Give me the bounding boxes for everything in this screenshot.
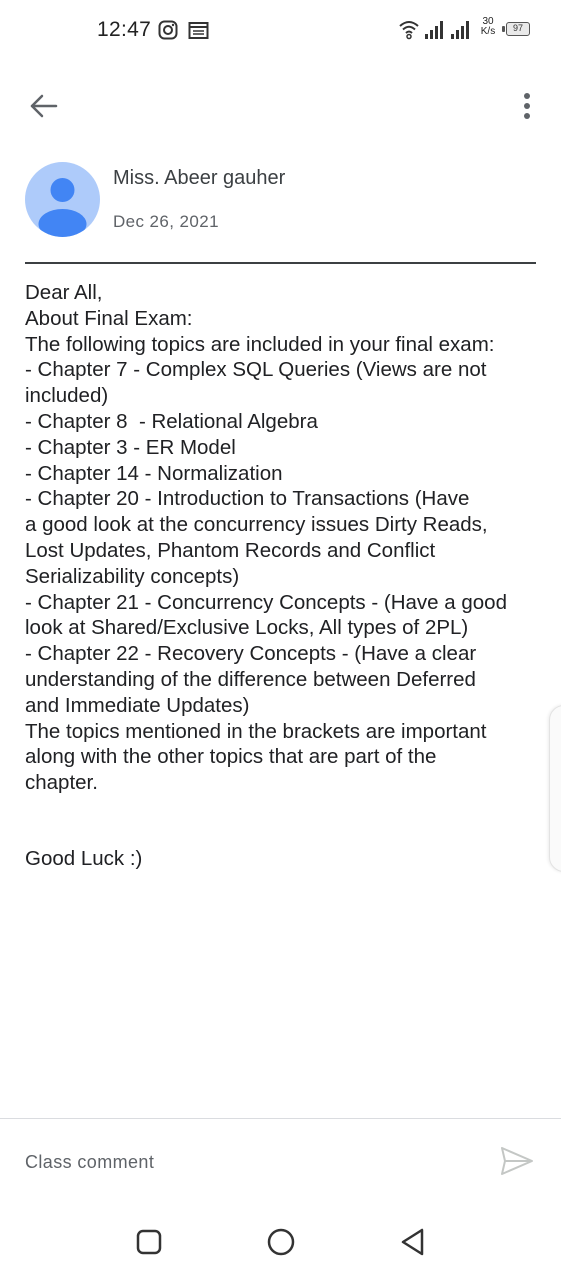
post-date: Dec 26, 2021 (113, 212, 219, 231)
body-line: About Final Exam: (25, 306, 193, 330)
signal-icon (451, 21, 469, 39)
comment-divider (0, 1118, 561, 1119)
home-button[interactable] (263, 1224, 299, 1260)
body-line: look at Shared/Exclusive Locks, All type… (25, 616, 469, 640)
body-line: - Chapter 21 - Concurrency Concepts - (H… (25, 590, 507, 614)
body-line: - Chapter 7 - Complex SQL Queries (Views… (25, 358, 487, 382)
announcement-body: Dear All, About Final Exam: The followin… (25, 280, 550, 796)
signal-icon (425, 21, 443, 39)
edge-panel-handle[interactable] (549, 705, 561, 872)
body-line: Dear All, (25, 281, 103, 304)
status-bar: 12:47 30 K/s 97 (0, 0, 561, 64)
body-line: along with the other topics that are par… (25, 745, 437, 769)
home-circle-icon (267, 1228, 295, 1256)
body-line: - Chapter 22 - Recovery Concepts - (Have… (25, 642, 477, 666)
send-button[interactable] (499, 1145, 535, 1177)
battery-icon: 97 (506, 22, 530, 36)
body-line: Lost Updates, Phantom Records and Confli… (25, 538, 436, 562)
send-icon (501, 1147, 533, 1175)
signoff-text: Good Luck :) (25, 847, 143, 870)
nav-back-button[interactable] (396, 1224, 432, 1260)
author-name: Miss. Abeer gauher (113, 167, 286, 189)
body-line: - Chapter 14 - Normalization (25, 461, 283, 485)
body-line: included) (25, 384, 109, 408)
body-line: chapter. (25, 771, 98, 795)
back-triangle-icon (401, 1228, 424, 1256)
body-line: Serializability concepts) (25, 564, 240, 588)
instagram-icon (158, 20, 178, 40)
recents-button[interactable] (131, 1224, 167, 1260)
header-divider (25, 262, 536, 264)
arrow-left-icon (30, 94, 58, 118)
class-comment-input[interactable] (25, 1147, 475, 1177)
body-line: The following topics are included in you… (25, 332, 495, 356)
avatar (25, 162, 100, 237)
body-line: The topics mentioned in the brackets are… (25, 719, 487, 743)
net-speed: 30 K/s (477, 17, 499, 37)
body-line: - Chapter 20 - Introduction to Transacti… (25, 487, 470, 511)
body-line: a good look at the concurrency issues Di… (25, 513, 488, 537)
body-line: - Chapter 3 - ER Model (25, 435, 236, 459)
more-options-button[interactable] (512, 88, 542, 124)
recents-square-icon (136, 1229, 162, 1255)
net-speed-unit: K/s (480, 26, 496, 37)
body-line: understanding of the difference between … (25, 667, 476, 691)
more-vert-icon (524, 93, 530, 119)
wifi-icon (399, 21, 419, 40)
battery-tip (502, 26, 505, 32)
calendar-icon (188, 22, 209, 39)
body-line: - Chapter 8 - Relational Algebra (25, 409, 318, 433)
status-time: 12:47 (97, 18, 152, 41)
person-icon (38, 178, 87, 237)
body-line: and Immediate Updates) (25, 693, 250, 717)
back-button[interactable] (26, 88, 62, 124)
